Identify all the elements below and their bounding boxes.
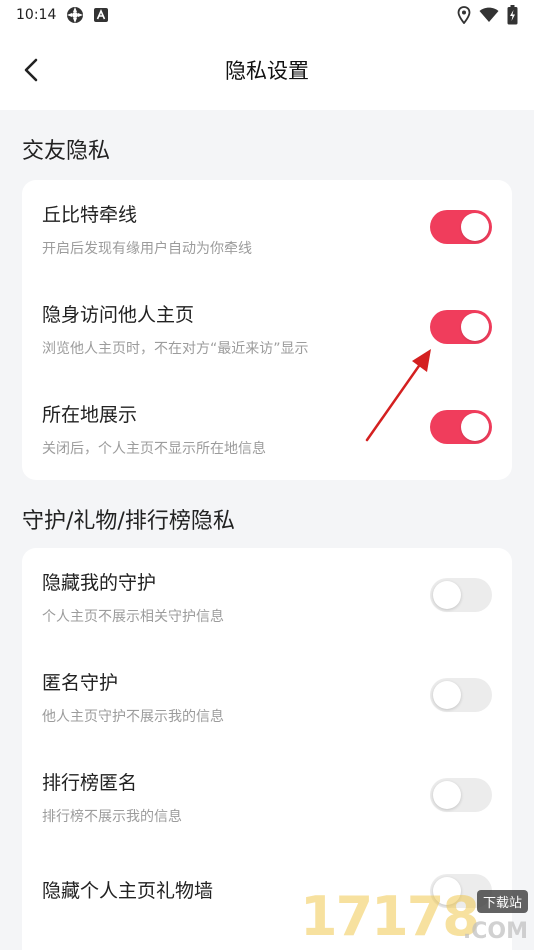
wifi-icon xyxy=(479,7,499,23)
invisible-visit-toggle[interactable] xyxy=(430,310,492,344)
setting-description: 他人主页守护不展示我的信息 xyxy=(42,709,224,725)
status-bar: 10:14 xyxy=(0,0,534,30)
status-time: 10:14 xyxy=(16,7,57,23)
anonymous-guard-toggle[interactable] xyxy=(430,678,492,712)
setting-title: 隐身访问他人主页 xyxy=(42,304,195,326)
watermark-logo: 17178 下载站 .COM xyxy=(300,885,530,948)
setting-description: 关闭后，个人主页不显示所在地信息 xyxy=(42,441,266,457)
setting-row-hide-guard: 隐藏我的守护 个人主页不展示相关守护信息 xyxy=(42,548,492,648)
chevron-left-icon xyxy=(24,58,38,82)
toggle-knob xyxy=(461,313,489,341)
setting-title: 所在地展示 xyxy=(42,404,138,426)
a-letter-icon xyxy=(94,8,109,22)
hide-guard-toggle[interactable] xyxy=(430,578,492,612)
setting-description: 浏览他人主页时，不在对方“最近来访”显示 xyxy=(42,341,309,357)
back-button[interactable] xyxy=(14,52,50,88)
location-display-toggle[interactable] xyxy=(430,410,492,444)
setting-title: 隐藏个人主页礼物墙 xyxy=(42,880,214,902)
section-title-dating-privacy: 交友隐私 xyxy=(22,139,111,164)
cupid-match-toggle[interactable] xyxy=(430,210,492,244)
page-title: 隐私设置 xyxy=(225,59,309,83)
setting-row-anonymous-rank: 排行榜匿名 排行榜不展示我的信息 xyxy=(42,748,492,848)
setting-row-location-display: 所在地展示 关闭后，个人主页不显示所在地信息 xyxy=(42,380,492,480)
toggle-knob xyxy=(433,781,461,809)
toggle-knob xyxy=(433,681,461,709)
toggle-knob xyxy=(433,581,461,609)
location-icon xyxy=(457,6,471,24)
setting-row-anonymous-guard: 匿名守护 他人主页守护不展示我的信息 xyxy=(42,648,492,748)
setting-title: 隐藏我的守护 xyxy=(42,572,157,594)
watermark-digits: 17178 xyxy=(300,885,480,948)
battery-charging-icon xyxy=(507,5,518,25)
status-right xyxy=(457,5,518,25)
setting-description: 个人主页不展示相关守护信息 xyxy=(42,609,224,625)
status-left: 10:14 xyxy=(16,6,109,24)
app-notification-icon xyxy=(66,6,84,24)
setting-description: 开启后发现有缘用户自动为你牵线 xyxy=(42,241,252,257)
anonymous-rank-toggle[interactable] xyxy=(430,778,492,812)
nav-bar: 隐私设置 xyxy=(0,30,534,110)
setting-title: 丘比特牵线 xyxy=(42,204,138,226)
dating-privacy-card: 丘比特牵线 开启后发现有缘用户自动为你牵线 隐身访问他人主页 浏览他人主页时，不… xyxy=(22,180,512,480)
setting-title: 匿名守护 xyxy=(42,672,119,694)
watermark-site-label: 下载站 xyxy=(476,890,528,913)
watermark-domain: .COM xyxy=(462,919,528,944)
section-title-guard-gift-rank-privacy: 守护/礼物/排行榜隐私 xyxy=(22,509,235,534)
setting-row-cupid-match: 丘比特牵线 开启后发现有缘用户自动为你牵线 xyxy=(42,180,492,280)
setting-description: 排行榜不展示我的信息 xyxy=(42,809,182,825)
setting-title: 排行榜匿名 xyxy=(42,772,138,794)
setting-row-invisible-visit: 隐身访问他人主页 浏览他人主页时，不在对方“最近来访”显示 xyxy=(42,280,492,380)
toggle-knob xyxy=(461,213,489,241)
toggle-knob xyxy=(461,413,489,441)
